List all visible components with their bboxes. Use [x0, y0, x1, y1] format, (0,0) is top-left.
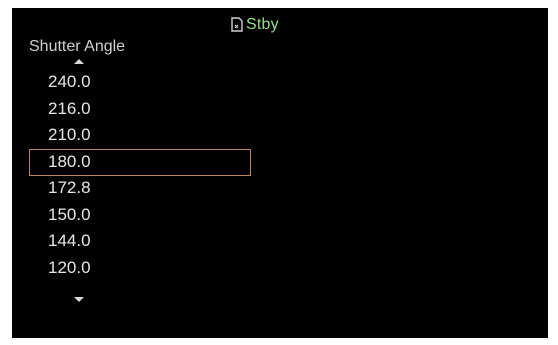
- list-item[interactable]: 120.0: [12, 255, 548, 282]
- option-label: 144.0: [48, 231, 91, 250]
- arrow-down-icon[interactable]: [74, 297, 84, 302]
- list-item[interactable]: 240.0: [12, 69, 548, 96]
- list-item[interactable]: 216.0: [12, 96, 548, 123]
- list-item[interactable]: 150.0: [12, 202, 548, 229]
- menu-title: Shutter Angle: [29, 38, 126, 55]
- shutter-angle-list: 240.0 216.0 210.0 180.0 172.8 150.0 144.…: [12, 69, 548, 281]
- list-item[interactable]: 172.8: [12, 175, 548, 202]
- list-item[interactable]: 210.0: [12, 122, 548, 149]
- status-indicator: Stby: [230, 14, 279, 36]
- list-item-selected[interactable]: 180.0: [12, 148, 548, 176]
- list-item[interactable]: 144.0: [12, 228, 548, 255]
- option-label: 150.0: [48, 204, 91, 224]
- option-label: 120.0: [48, 257, 91, 277]
- card-icon: [230, 17, 244, 33]
- arrow-up-icon[interactable]: [74, 59, 84, 64]
- camera-menu-screen: Stby Shutter Angle 240.0 216.0 210.0 180…: [12, 8, 548, 338]
- option-label: 210.0: [48, 125, 91, 144]
- option-label: 216.0: [48, 98, 91, 118]
- option-label: 172.8: [48, 178, 91, 197]
- option-label: 240.0: [48, 72, 91, 91]
- status-text: Stby: [246, 16, 279, 33]
- option-label: 180.0: [48, 151, 91, 171]
